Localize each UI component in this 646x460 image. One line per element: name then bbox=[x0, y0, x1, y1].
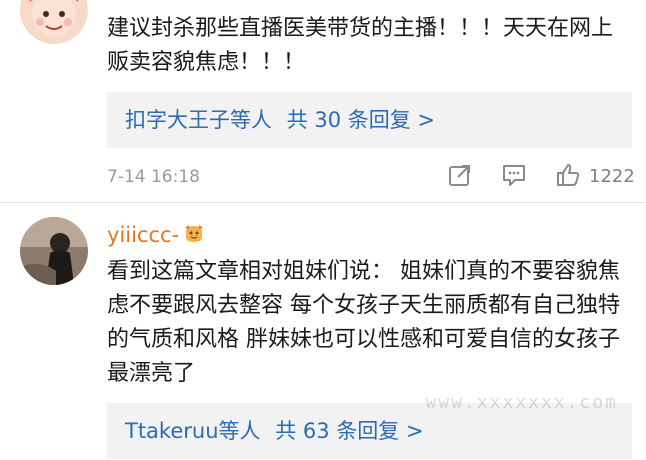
username-text[interactable]: yiiiccc- bbox=[107, 223, 179, 247]
fan-badge-icon bbox=[183, 223, 205, 245]
reply-count-link[interactable]: 共 63 条回复 > bbox=[275, 419, 423, 443]
like-count: 1222 bbox=[589, 166, 635, 187]
reply-user[interactable]: Ttakeruu bbox=[125, 419, 219, 443]
comment-meta: 7-14 16:18 1222 bbox=[107, 162, 637, 192]
like-icon[interactable] bbox=[555, 162, 581, 188]
reply-suffix: 等人 bbox=[230, 108, 272, 132]
reply-count-link[interactable]: 共 30 条回复 > bbox=[287, 108, 435, 132]
avatar[interactable] bbox=[20, 0, 88, 44]
reply-suffix: 等人 bbox=[218, 419, 261, 443]
avatar[interactable] bbox=[20, 217, 88, 285]
timestamp: 7-14 16:18 bbox=[107, 167, 200, 187]
comment-text: 建议封杀那些直播医美带货的主播！！！天天在网上贩卖容貌焦虑！！！ bbox=[107, 16, 614, 75]
replies-summary[interactable]: 扣字大王子等人 共 30 条回复 > bbox=[107, 92, 632, 148]
username[interactable]: yiiiccc- bbox=[107, 221, 205, 249]
reply-user[interactable]: 扣字大王子 bbox=[125, 108, 230, 132]
comment-1: 建议封杀那些直播医美带货的主播！！！天天在网上贩卖容貌焦虑！！！ 扣字大王子等人… bbox=[0, 0, 646, 200]
share-icon[interactable] bbox=[447, 162, 473, 188]
comment-2: yiiiccc- 看到这篇文章相对姐妹们说： 姐妹们真的不要容貌焦虑不要跟风去整… bbox=[0, 203, 646, 460]
comment-text: 看到这篇文章相对姐妹们说： 姐妹们真的不要容貌焦虑不要跟风去整容 每个女孩子天生… bbox=[107, 259, 620, 386]
comment-icon[interactable] bbox=[501, 162, 527, 188]
watermark: www.xxxxxxx.com bbox=[425, 392, 618, 413]
